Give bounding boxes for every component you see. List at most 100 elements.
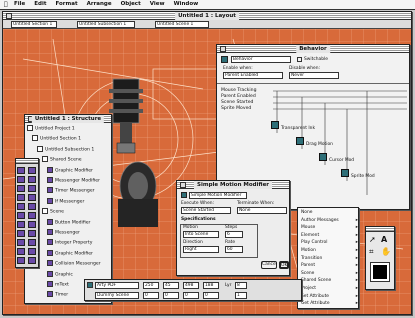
- apple-menu-icon[interactable]: : [4, 1, 8, 8]
- rate-field[interactable]: 60: [225, 246, 243, 253]
- tree-item[interactable]: Untitled Subsection 1: [37, 145, 94, 153]
- steps-field[interactable]: 6: [225, 231, 243, 238]
- modifier-node-icon[interactable]: [296, 137, 304, 145]
- tree-item[interactable]: If Messenger: [47, 197, 84, 205]
- modifier-node-icon[interactable]: [319, 153, 327, 161]
- scene-selector[interactable]: Untitled Scene 1: [155, 21, 209, 28]
- object-name-field[interactable]: Arty PDF: [95, 282, 139, 289]
- menu-item[interactable]: Parent ▸: [298, 263, 358, 268]
- direction-select[interactable]: Right: [183, 246, 219, 253]
- tree-item[interactable]: Timer Messenger: [47, 187, 95, 194]
- modifier-tool-icon[interactable]: [28, 248, 36, 255]
- tree-item[interactable]: Messenger: [47, 229, 80, 236]
- close-box-icon[interactable]: [180, 182, 186, 188]
- modifier-node-icon[interactable]: [271, 121, 279, 129]
- offset-w-field[interactable]: 0: [183, 292, 199, 299]
- layout-titlebar[interactable]: Untitled 1 : Layout: [3, 12, 411, 20]
- tree-item[interactable]: Messenger Modifier: [47, 177, 100, 184]
- execute-when-select[interactable]: Scene Started: [181, 207, 231, 214]
- modifier-tool-icon[interactable]: [17, 167, 25, 174]
- modifier-tool-icon[interactable]: [17, 230, 25, 237]
- menu-item[interactable]: Transition ▸: [298, 256, 358, 261]
- ok-button[interactable]: OK: [279, 261, 289, 269]
- text-tool-icon[interactable]: A: [381, 235, 387, 244]
- modifier-tool-icon[interactable]: [28, 194, 36, 201]
- layer-field[interactable]: 8: [235, 282, 247, 289]
- palette-titlebar[interactable]: [16, 159, 38, 164]
- offset-y-field[interactable]: 0: [163, 292, 179, 299]
- motion-titlebar[interactable]: Simple Motion Modifier: [177, 181, 289, 189]
- tree-item[interactable]: Graphic: [47, 270, 73, 278]
- modifier-tool-icon[interactable]: [17, 185, 25, 192]
- position-x-field[interactable]: 250: [143, 282, 159, 289]
- modifier-tool-icon[interactable]: [17, 239, 25, 246]
- modifier-tool-icon[interactable]: [17, 203, 25, 210]
- hand-tool-icon[interactable]: ✋: [381, 247, 391, 256]
- menu-edit[interactable]: Edit: [34, 1, 46, 7]
- tree-item[interactable]: Shared Scene: [42, 156, 82, 163]
- subsection-selector[interactable]: Untitled Subsection 1: [77, 21, 135, 28]
- menu-item[interactable]: Get Attribute ▸: [298, 301, 358, 306]
- modifier-tool-icon[interactable]: [17, 176, 25, 183]
- modifier-tool-icon[interactable]: [28, 167, 36, 174]
- tree-item[interactable]: Scene: [42, 208, 64, 215]
- section-selector[interactable]: Untitled Section 1: [11, 21, 57, 28]
- tree-item[interactable]: Collision Messenger: [47, 260, 101, 267]
- tree-item[interactable]: Button Modifier: [47, 218, 90, 226]
- modifier-node-icon[interactable]: [341, 169, 349, 177]
- tree-item[interactable]: Timer: [47, 291, 68, 298]
- modifier-tool-icon[interactable]: [28, 221, 36, 228]
- menu-item[interactable]: Scene ▸: [298, 271, 358, 276]
- offset-x-field[interactable]: 0: [143, 292, 159, 299]
- modifier-tool-icon[interactable]: [17, 194, 25, 201]
- crop-tool-icon[interactable]: ⌗: [369, 247, 374, 257]
- width-field[interactable]: 498: [183, 282, 199, 289]
- offset-h-field[interactable]: 0: [203, 292, 219, 299]
- menu-item[interactable]: Motion ▸: [298, 248, 358, 253]
- menu-item[interactable]: Element ▸: [298, 233, 358, 238]
- motion-name-field[interactable]: Simple Motion Modifier: [189, 192, 247, 199]
- menu-item[interactable]: Author Messages ▸: [298, 218, 358, 223]
- menu-format[interactable]: Format: [55, 1, 77, 7]
- menu-item[interactable]: Project ▸: [298, 286, 358, 291]
- tree-item[interactable]: mText: [47, 281, 69, 288]
- ink-field[interactable]: 1: [235, 292, 247, 299]
- terminate-when-select[interactable]: None: [237, 207, 287, 214]
- structure-titlebar[interactable]: Untitled 1 : Structure: [25, 115, 111, 123]
- modifier-tool-icon[interactable]: [28, 212, 36, 219]
- scene-name-field[interactable]: Dummy Scene: [95, 292, 139, 299]
- tree-item[interactable]: Graphic Modifier: [47, 249, 93, 257]
- right-palette-titlebar[interactable]: [366, 227, 394, 232]
- tree-item[interactable]: Untitled Section 1: [32, 135, 81, 142]
- menu-file[interactable]: File: [14, 1, 25, 7]
- menu-arrange[interactable]: Arrange: [87, 1, 112, 7]
- menu-object[interactable]: Object: [121, 1, 141, 7]
- modifier-tool-icon[interactable]: [28, 230, 36, 237]
- tree-item[interactable]: Untitled Project 1: [27, 125, 75, 132]
- height-field[interactable]: 188: [203, 282, 219, 289]
- cancel-button[interactable]: Cancel: [261, 261, 277, 269]
- modifier-tool-icon[interactable]: [28, 203, 36, 210]
- modifier-tool-icon[interactable]: [17, 212, 25, 219]
- menu-item[interactable]: Set Attribute ▸: [298, 294, 358, 299]
- modifier-tool-icon[interactable]: [28, 185, 36, 192]
- menu-item[interactable]: None: [298, 210, 358, 215]
- modifier-tool-icon[interactable]: [28, 239, 36, 246]
- position-y-field[interactable]: 45: [163, 282, 179, 289]
- modifier-tool-icon[interactable]: [17, 221, 25, 228]
- arrow-tool-icon[interactable]: ➚: [369, 235, 376, 244]
- motion-select[interactable]: Into Scene: [183, 231, 219, 238]
- close-box-icon[interactable]: [6, 13, 12, 19]
- menu-window[interactable]: Window: [174, 1, 199, 7]
- menu-item[interactable]: Mouse ▸: [298, 225, 358, 230]
- menu-view[interactable]: View: [150, 1, 165, 7]
- color-swatch[interactable]: [370, 262, 390, 282]
- tree-item[interactable]: Integer Property: [47, 239, 92, 246]
- tree-item[interactable]: Graphic Modifier: [47, 166, 93, 174]
- menu-item[interactable]: Shared Scene ▸: [298, 278, 358, 283]
- modifier-tool-icon[interactable]: [17, 257, 25, 264]
- menu-item[interactable]: Play Control ▸: [298, 240, 358, 245]
- modifier-tool-icon[interactable]: [28, 257, 36, 264]
- modifier-tool-icon[interactable]: [28, 176, 36, 183]
- modifier-tool-icon[interactable]: [17, 248, 25, 255]
